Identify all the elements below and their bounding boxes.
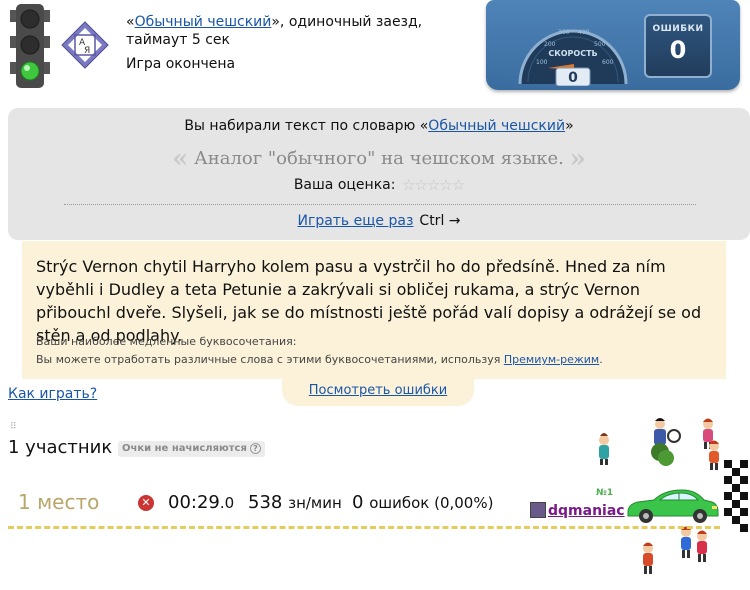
fan-figure xyxy=(599,433,609,465)
player: dqmaniac xyxy=(530,502,625,519)
panel-title: Вы набирали текст по словарю «Обычный че… xyxy=(184,118,574,134)
dictionary-link[interactable]: Обычный чешский xyxy=(135,14,272,30)
dial-tick: 300 xyxy=(558,29,570,36)
star-icon[interactable]: ☆ xyxy=(402,176,415,194)
fan-figure xyxy=(697,530,707,562)
dictionary-title-link[interactable]: Обычный чешский xyxy=(428,118,565,134)
rating-stars[interactable]: ☆☆☆☆☆ xyxy=(402,176,465,194)
fans-top-icon xyxy=(599,418,719,470)
quote-left-icon: « xyxy=(172,144,189,174)
game-type-line: «Обычный чешский», одиночный заезд, xyxy=(126,14,423,30)
errors-box: ОШИБКИ 0 xyxy=(644,14,712,78)
fan-figure xyxy=(681,526,691,558)
result-panel: Вы набирали текст по словарю «Обычный че… xyxy=(8,108,750,240)
divider xyxy=(64,204,696,205)
race-time: 00:29.0 xyxy=(168,492,235,513)
drag-handle-icon[interactable]: ⠿ xyxy=(10,422,17,432)
race-track xyxy=(8,526,720,529)
shortcut-hint: Ctrl → xyxy=(419,213,461,229)
dictionary-icon: A Я xyxy=(61,21,109,69)
premium-link[interactable]: Премиум-режим xyxy=(504,353,599,366)
fan-figure xyxy=(709,440,719,470)
star-icon[interactable]: ☆ xyxy=(427,176,440,194)
dictionary-description: « Аналог "обычного" на чешском языке. » xyxy=(172,144,586,174)
avatar[interactable] xyxy=(530,502,546,518)
quote-right-icon: » xyxy=(569,144,586,174)
play-again-link[interactable]: Играть еще раз xyxy=(297,213,413,229)
fans-bottom-icon xyxy=(643,526,707,574)
view-errors-link[interactable]: Посмотреть ошибки xyxy=(309,383,447,398)
rating: Ваша оценка: ☆☆☆☆☆ xyxy=(293,176,465,194)
errors-value: 0 xyxy=(669,36,687,64)
player-name-link[interactable]: dqmaniac xyxy=(548,503,625,519)
close-icon[interactable]: ✕ xyxy=(138,495,154,511)
dial-tick: 400 xyxy=(578,29,590,36)
view-errors-tab: Посмотреть ошибки xyxy=(282,376,474,406)
error-count: 0 ошибок (0,00%) xyxy=(352,492,494,513)
traffic-light-icon xyxy=(10,4,50,88)
dashboard: 100 200 300 400 500 600 СКОРОСТЬ 0 ОШИБК… xyxy=(486,0,740,90)
typing-speed: 538 зн/мин xyxy=(248,492,342,513)
slow-combos: Ваши наиболее медленные буквосочетания: … xyxy=(36,335,603,366)
participants-count: 1 участник xyxy=(8,437,113,458)
help-icon[interactable]: ? xyxy=(249,443,261,454)
svg-text:Я: Я xyxy=(84,46,90,56)
fan-figure xyxy=(651,443,674,466)
how-to-play-link[interactable]: Как играть? xyxy=(8,386,97,402)
place: 1 место xyxy=(18,490,100,514)
points-badge: Очки не начисляются? xyxy=(118,441,265,457)
game-status: Игра окончена xyxy=(126,56,236,72)
game-info: «Обычный чешский», одиночный заезд, тайм… xyxy=(126,12,422,74)
typed-text-panel: Strýc Vernon chytil Harryho kolem pasu a… xyxy=(22,241,726,379)
speedometer: 100 200 300 400 500 600 СКОРОСТЬ 0 xyxy=(518,29,628,86)
speed-value: 0 xyxy=(568,70,578,86)
dial-tick: 200 xyxy=(544,41,556,48)
speed-label: СКОРОСТЬ xyxy=(548,49,597,58)
dial-tick: 500 xyxy=(594,41,606,48)
dial-tick: 100 xyxy=(536,59,548,66)
car-icon xyxy=(627,489,719,523)
star-icon[interactable]: ☆ xyxy=(439,176,452,194)
play-again-row: Играть еще раз Ctrl → xyxy=(8,213,750,229)
dial-tick: 600 xyxy=(602,59,614,66)
timeout-text: таймаут 5 сек xyxy=(126,32,230,48)
rank-tag: №1 xyxy=(596,488,614,498)
star-icon[interactable]: ☆ xyxy=(452,176,465,194)
finish-flag-icon xyxy=(724,460,748,532)
errors-label: ОШИБКИ xyxy=(652,24,704,34)
star-icon[interactable]: ☆ xyxy=(414,176,427,194)
fan-figure xyxy=(643,542,653,574)
